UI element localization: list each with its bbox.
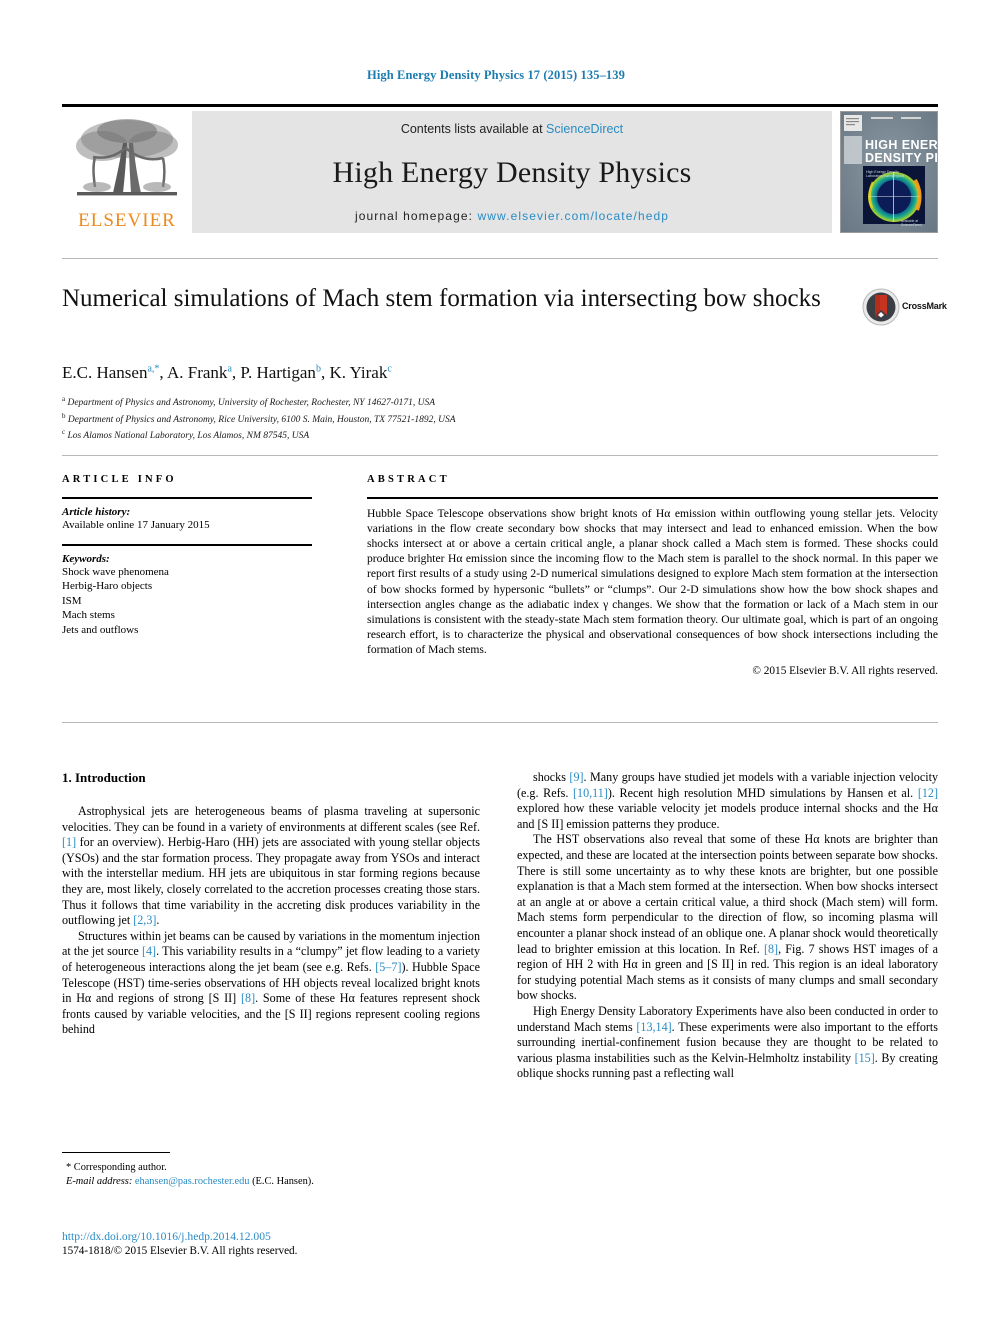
article-history-label: Article history: — [62, 505, 131, 518]
contents-lists-line: Contents lists available at ScienceDirec… — [192, 111, 832, 136]
corresponding-author-note: * Corresponding author. — [66, 1162, 167, 1173]
author-name-3: K. Yirak — [329, 363, 388, 382]
footnote-block: * Corresponding author. E-mail address: … — [62, 1152, 480, 1188]
author-list: E.C. Hansena,*, A. Franka, P. Hartiganb,… — [62, 363, 392, 382]
email-note: E-mail address: ehansen@pas.rochester.ed… — [62, 1175, 480, 1189]
info-band-bottom-rule — [62, 722, 938, 723]
banner-top-rule — [62, 104, 938, 107]
svg-text:HIGH ENERGY: HIGH ENERGY — [865, 138, 937, 152]
journal-cover-image: HIGH ENERGY DENSITY PHYSICS High Energy … — [841, 112, 937, 232]
email-suffix: (E.C. Hansen). — [252, 1175, 314, 1187]
affiliation-row: a Department of Physics and Astronomy, U… — [62, 393, 762, 410]
svg-text:Laboratory Astrophysics: Laboratory Astrophysics — [866, 174, 905, 178]
article-info-heading: ARTICLE INFO — [62, 474, 177, 485]
homepage-prefix: journal homepage: — [354, 209, 474, 223]
elsevier-logo: ELSEVIER — [62, 111, 192, 233]
abstract-heading: ABSTRACT — [367, 474, 450, 485]
author-mark-0: a,* — [147, 363, 160, 375]
keywords-block: Keywords: Shock wave phenomena Herbig-Ha… — [62, 553, 312, 638]
running-head: High Energy Density Physics 17 (2015) 13… — [367, 68, 625, 82]
body-column-right: shocks [9]. Many groups have studied jet… — [517, 770, 938, 1082]
keyword-item: Mach stems — [62, 609, 115, 622]
affiliation-text-2: Los Alamos National Laboratory, Los Alam… — [67, 431, 310, 442]
article-info-rule-2 — [62, 544, 312, 546]
affiliation-row: b Department of Physics and Astronomy, R… — [62, 410, 762, 427]
crossmark-label: CrossMark — [902, 301, 947, 311]
abstract-rule — [367, 497, 938, 499]
crossmark-icon — [862, 288, 900, 326]
keyword-item: Herbig-Haro objects — [62, 580, 153, 593]
affiliation-mark-2: c — [62, 428, 66, 437]
article-history-value: Available online 17 January 2015 — [62, 518, 210, 531]
footnote-rule — [62, 1152, 170, 1153]
svg-text:DENSITY PHYSICS: DENSITY PHYSICS — [865, 151, 937, 165]
keyword-item: Jets and outflows — [62, 623, 139, 636]
paragraph: shocks [9]. Many groups have studied jet… — [517, 770, 938, 831]
info-band-top-rule — [62, 455, 938, 456]
footer-block: http://dx.doi.org/10.1016/j.hedp.2014.12… — [62, 1229, 502, 1259]
paragraph: Structures within jet beams can be cause… — [62, 928, 481, 1037]
body-column-left: 1. Introduction Astrophysical jets are h… — [62, 770, 480, 1038]
author-name-2: P. Hartigan — [240, 363, 316, 382]
elsevier-tree-icon — [76, 119, 178, 196]
journal-homepage-link[interactable]: www.elsevier.com/locate/hedp — [478, 209, 670, 223]
journal-banner: ELSEVIER Contents lists available at Sci… — [62, 104, 938, 233]
svg-text:ScienceDirect: ScienceDirect — [901, 223, 922, 227]
author-mark-3: c — [387, 363, 392, 375]
doi-link[interactable]: http://dx.doi.org/10.1016/j.hedp.2014.12… — [62, 1229, 502, 1244]
sciencedirect-link[interactable]: ScienceDirect — [546, 122, 623, 136]
abstract-text: Hubble Space Telescope observations show… — [367, 506, 938, 657]
title-divider — [62, 258, 938, 259]
page-title: Numerical simulations of Mach stem forma… — [62, 285, 821, 312]
paragraph: High Energy Density Laboratory Experimen… — [517, 1003, 939, 1081]
email-label: E-mail address: — [66, 1175, 133, 1187]
journal-homepage-line: journal homepage: www.elsevier.com/locat… — [192, 209, 832, 223]
email-link[interactable]: ehansen@pas.rochester.edu — [135, 1176, 250, 1187]
keyword-item: Shock wave phenomena — [62, 565, 169, 578]
abstract-column: ABSTRACT Hubble Space Telescope observat… — [367, 474, 938, 677]
issn-copyright-line: 1574-1818/© 2015 Elsevier B.V. All right… — [62, 1245, 298, 1257]
crossmark-badge[interactable]: CrossMark — [862, 288, 947, 328]
article-info-rule-1 — [62, 497, 312, 499]
paragraph: The HST observations also reveal that so… — [517, 832, 938, 1003]
affiliation-mark-0: a — [62, 395, 66, 403]
keyword-item: ISM — [62, 594, 82, 607]
affiliation-row: c Los Alamos National Laboratory, Los Al… — [62, 426, 762, 443]
section-heading-introduction: 1. Introduction — [62, 770, 146, 785]
author-name-1: A. Frank — [166, 363, 228, 382]
affiliation-list: a Department of Physics and Astronomy, U… — [62, 393, 762, 443]
affiliation-text-1: Department of Physics and Astronomy, Ric… — [67, 414, 456, 425]
affiliation-text-0: Department of Physics and Astronomy, Uni… — [67, 398, 436, 409]
paragraph: Astrophysical jets are heterogeneous bea… — [62, 804, 480, 928]
contents-prefix: Contents lists available at — [400, 122, 543, 136]
paper-page: High Energy Density Physics 17 (2015) 13… — [0, 0, 992, 1323]
abstract-copyright: © 2015 Elsevier B.V. All rights reserved… — [752, 664, 938, 677]
article-info-column: ARTICLE INFO Article history: Available … — [62, 474, 312, 637]
elsevier-wordmark: ELSEVIER — [78, 210, 176, 231]
journal-cover-thumbnail: HIGH ENERGY DENSITY PHYSICS High Energy … — [840, 111, 938, 233]
keywords-label: Keywords: — [62, 552, 110, 565]
journal-title: High Energy Density Physics — [332, 156, 692, 189]
author-mark-2: b — [315, 363, 321, 375]
banner-center: Contents lists available at ScienceDirec… — [192, 111, 832, 233]
author-mark-1: a — [227, 363, 232, 375]
affiliation-mark-1: b — [62, 411, 66, 420]
author-name-0: E.C. Hansen — [62, 363, 148, 382]
